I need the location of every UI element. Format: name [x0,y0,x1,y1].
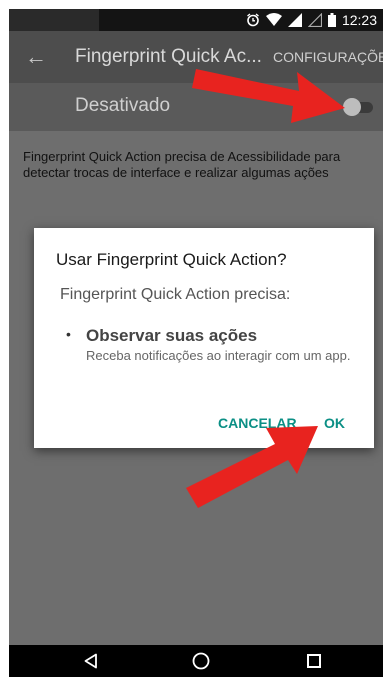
arrow-left-icon[interactable]: ← [25,44,47,70]
app-toolbar: ← Fingerprint Quick Ac... CONFIGURAÇÕES [9,31,383,83]
phone-screen: 12:23 ← Fingerprint Quick Ac... CONFIGUR… [9,9,383,677]
toggle-thumb [343,98,361,116]
alarm-icon [247,13,259,27]
home-circle-icon[interactable] [192,652,210,670]
service-description: Fingerprint Quick Action precisa de Aces… [23,149,341,180]
toolbar-title: Fingerprint Quick Ac... [75,46,262,67]
wifi-icon [265,13,282,26]
status-icons: 12:23 [246,12,377,28]
permission-dialog: Usar Fingerprint Quick Action? Fingerpri… [34,228,374,448]
bullet-icon: • [66,326,71,342]
dialog-subtitle: Fingerprint Quick Action precisa: [60,286,291,303]
status-bar-left-area [9,9,99,31]
signal-empty-icon [307,13,322,27]
dialog-title: Usar Fingerprint Quick Action? [56,250,287,269]
switch-state-label: Desativado [75,95,171,116]
navigation-bar [9,645,383,677]
status-time: 12:23 [341,12,377,28]
ok-button[interactable]: OK [324,415,345,431]
settings-action-button[interactable]: CONFIGURAÇÕES [273,49,383,65]
signal-icon [287,13,302,27]
cancel-button[interactable]: CANCELAR [218,415,297,431]
battery-icon [327,13,336,27]
accessibility-toggle[interactable] [343,98,373,116]
status-bar: 12:23 [9,9,383,31]
recents-square-icon[interactable] [307,654,321,668]
back-triangle-icon[interactable] [83,653,99,669]
master-switch-bar[interactable]: Desativado [9,83,383,131]
permission-description: Receba notificações ao interagir com um … [86,348,351,363]
permission-title: Observar suas ações [86,326,258,345]
